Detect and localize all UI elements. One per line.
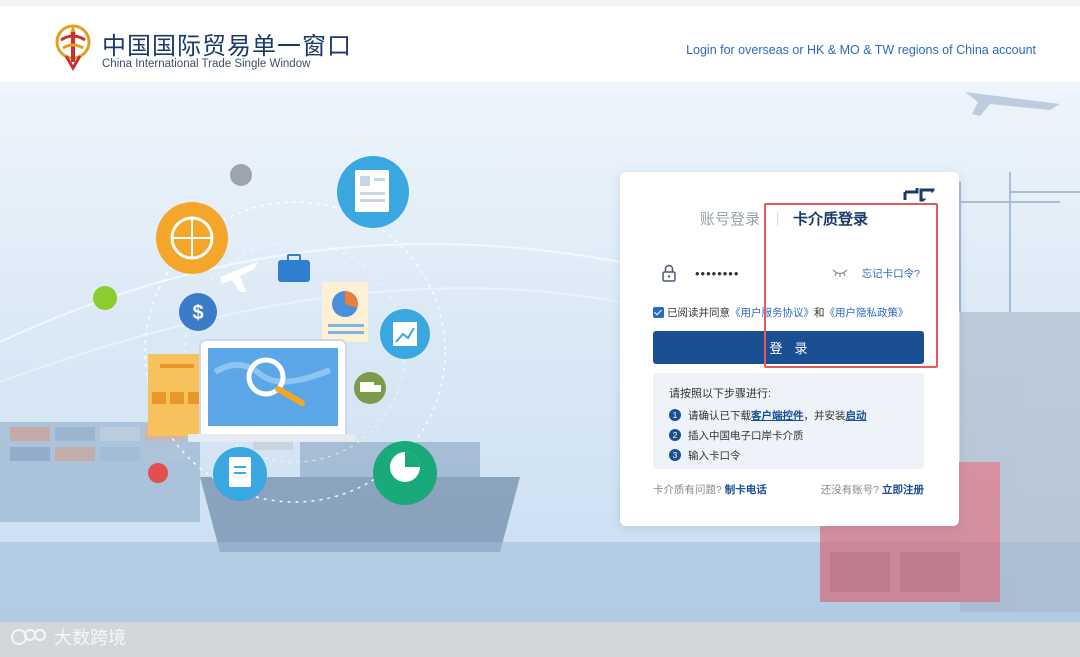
step-text: 插入中国电子口岸卡介质 <box>688 430 804 442</box>
tab-card-login[interactable]: 卡介质登录 <box>793 208 868 229</box>
overseas-login-link[interactable]: Login for overseas or HK & MO & TW regio… <box>686 43 1036 57</box>
agreement-prefix: 已阅读并同意 <box>667 307 730 319</box>
svg-text:$: $ <box>192 302 203 324</box>
card-phone-link[interactable]: 制卡电话 <box>725 484 767 496</box>
lock-icon <box>662 264 676 282</box>
step-item: 3 输入卡口令 <box>669 448 924 468</box>
single-window-logo-icon <box>55 24 91 71</box>
step-text: 输入卡口令 <box>688 450 741 462</box>
step-item: 1 请确认已下载客户端控件，并安装启动 <box>669 408 924 428</box>
bottom-bar <box>0 622 1080 657</box>
step-number: 2 <box>669 429 681 441</box>
steps-title: 请按照以下步骤进行: <box>669 388 772 400</box>
agreement-row: 已阅读并同意《用户服务协议》和《用户隐私政策》 <box>653 305 933 323</box>
no-account-text: 还没有账号? <box>820 484 880 496</box>
login-tabs: 账号登录 卡介质登录 <box>620 208 959 232</box>
login-button[interactable]: 登录 <box>653 331 924 364</box>
tab-divider <box>777 212 778 226</box>
step-number: 3 <box>669 449 681 461</box>
step-number: 1 <box>669 409 681 421</box>
card-login-steps: 请按照以下步骤进行: 1 请确认已下载客户端控件，并安装启动 2 插入中国电子口… <box>653 373 924 469</box>
hide-password-eye-icon[interactable] <box>832 268 848 278</box>
tab-account-login[interactable]: 账号登录 <box>700 208 760 229</box>
login-card: 账号登录 卡介质登录 忘记卡口令? 已阅读并同意《用户服务协议》和《用户隐私政策… <box>620 172 959 526</box>
step-text: 请确认已下载 <box>688 410 751 422</box>
watermark-logo-icon <box>11 629 46 645</box>
privacy-policy-link[interactable]: 《用户隐私政策》 <box>825 307 909 319</box>
forgot-card-password-link[interactable]: 忘记卡口令? <box>862 266 920 281</box>
card-footer: 卡介质有问题? 制卡电话 还没有账号? 立即注册 <box>653 482 924 497</box>
start-link[interactable]: 启动 <box>846 410 867 422</box>
trade-illustration: $ <box>93 156 446 505</box>
card-password-row: 忘记卡口令? <box>653 258 926 288</box>
agreement-and: 和 <box>814 307 825 319</box>
watermark: 大数跨境 <box>10 622 126 652</box>
step-text: ，并安装 <box>803 410 846 422</box>
card-password-input[interactable] <box>695 261 825 285</box>
agreement-checkbox[interactable] <box>653 307 664 318</box>
top-header: 中国国际贸易单一窗口 China International Trade Sin… <box>0 0 1080 82</box>
watermark-text: 大数跨境 <box>54 628 126 649</box>
brand-title-cn: 中国国际贸易单一窗口 <box>102 32 352 60</box>
client-control-link[interactable]: 客户端控件 <box>751 410 804 422</box>
step-item: 2 插入中国电子口岸卡介质 <box>669 428 924 448</box>
register-link[interactable]: 立即注册 <box>882 484 924 496</box>
service-agreement-link[interactable]: 《用户服务协议》 <box>730 307 814 319</box>
card-question-text: 卡介质有问题? <box>653 484 722 496</box>
brand-title-en: China International Trade Single Window <box>102 58 311 70</box>
